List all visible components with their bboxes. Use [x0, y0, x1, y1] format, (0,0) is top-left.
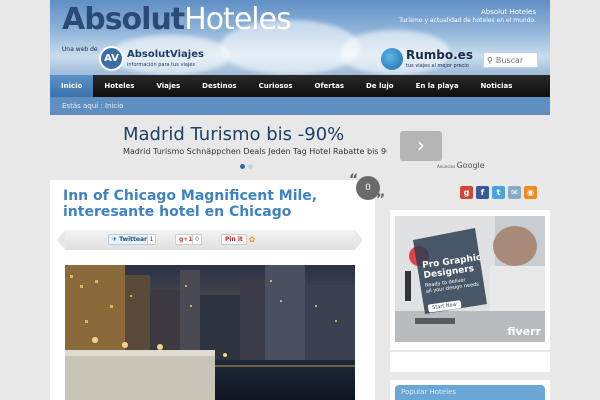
nav-item-destinos[interactable]: Destinos	[191, 75, 247, 97]
sidebar-ad[interactable]: Pro Graphic Designers Ready to deliver a…	[390, 210, 550, 350]
facebook-icon[interactable]: f	[476, 186, 489, 199]
rumbo-globe-icon[interactable]	[381, 48, 403, 70]
twitter-share-label: Twittear	[119, 236, 147, 243]
search-box: ⚲	[483, 52, 538, 68]
site-title: Absolut Hoteles	[480, 8, 536, 16]
fiverr-ad[interactable]: Pro Graphic Designers Ready to deliver a…	[395, 216, 545, 342]
nav-item-curiosos[interactable]: Curiosos	[248, 75, 304, 97]
fiverr-ad-copy: Pro Graphic Designers Ready to deliver a…	[422, 251, 499, 313]
post-photo-chicago[interactable]	[65, 265, 355, 400]
quote-close-icon: ”	[376, 192, 386, 208]
site-logo[interactable]: AbsolutHoteles	[62, 2, 292, 37]
email-icon[interactable]: ✉	[508, 186, 521, 199]
breadcrumb: Estás aquí : Inicio	[50, 97, 550, 115]
search-input[interactable]	[495, 55, 536, 65]
ad-pagination	[240, 164, 253, 169]
ad-label: Anuncios	[437, 164, 456, 169]
logo-part2: Hoteles	[184, 2, 292, 37]
ad-text: Madrid Turismo Schnäppchen Deals Jeden T…	[123, 147, 387, 156]
logo-part1: Absolut	[62, 2, 185, 37]
nav-item-viajes[interactable]: Viajes	[145, 75, 191, 97]
site-header: AbsolutHoteles Una web de AV AbsolutViaj…	[50, 0, 550, 75]
twitter-share-count: 1	[147, 234, 156, 245]
popular-hoteles-title: Popular Hoteles	[395, 385, 545, 400]
ad-banner[interactable]: Madrid Turismo bis -90% Madrid Turismo S…	[115, 120, 495, 170]
fiverr-logo: fiverr	[507, 325, 541, 338]
chicago-night-image	[65, 265, 355, 400]
una-web-label: Una web de	[62, 46, 98, 53]
share-bar: ✈ Twittear 1 g+1 0 Pin it ✿	[57, 230, 363, 250]
rumbo-tagline: tus viajes al mejor precio	[406, 63, 469, 69]
twitter-icon[interactable]: t	[492, 186, 505, 199]
site-subtitle: Turismo y actualidad de hoteles en el mu…	[399, 17, 536, 24]
pinterest-button[interactable]: Pin it	[221, 234, 247, 245]
search-icon: ⚲	[487, 55, 493, 65]
twitter-bird-icon: ✈	[112, 236, 118, 243]
rss-icon[interactable]: ◉	[524, 186, 537, 199]
post-card: Inn of Chicago Magnificent Mile, interes…	[50, 172, 385, 400]
ad-dot[interactable]	[248, 164, 253, 169]
rumbo-logo[interactable]: Rumbo.es	[406, 48, 473, 62]
nav-item-noticias[interactable]: Noticias	[470, 75, 524, 97]
meneame-icon[interactable]: ✿	[247, 234, 257, 245]
social-icons: g f t ✉ ◉	[460, 186, 537, 199]
popular-hoteles-widget: Popular Hoteles	[390, 380, 550, 400]
ad-title[interactable]: Madrid Turismo bis -90%	[123, 124, 344, 145]
post-title[interactable]: Inn of Chicago Magnificent Mile, interes…	[63, 188, 333, 220]
nav-item-ofertas[interactable]: Ofertas	[304, 75, 355, 97]
sidebar-spacer	[390, 352, 550, 372]
twitter-share-button[interactable]: ✈ Twittear	[108, 234, 151, 245]
absolutviajes-name[interactable]: AbsolutViajes	[127, 49, 204, 60]
ad-next-arrow-icon[interactable]: ›	[400, 131, 442, 161]
googleplus-icon[interactable]: g	[460, 186, 473, 199]
gplus-count: 0	[192, 234, 202, 245]
google-brand: Google	[456, 161, 485, 170]
main-nav: Inicio Hoteles Viajes Destinos Curiosos …	[50, 75, 550, 97]
nav-item-inicio[interactable]: Inicio	[50, 75, 94, 97]
absolutviajes-logo-icon[interactable]: AV	[99, 46, 124, 71]
nav-item-hoteles[interactable]: Hoteles	[93, 75, 145, 97]
ad-google-label[interactable]: Anuncios Google	[437, 161, 485, 170]
nav-item-de-lujo[interactable]: De lujo	[355, 75, 405, 97]
nav-item-en-la-playa[interactable]: En la playa	[405, 75, 470, 97]
ad-dot[interactable]	[240, 164, 245, 169]
absolutviajes-tagline: información para tus viajes	[127, 62, 195, 68]
